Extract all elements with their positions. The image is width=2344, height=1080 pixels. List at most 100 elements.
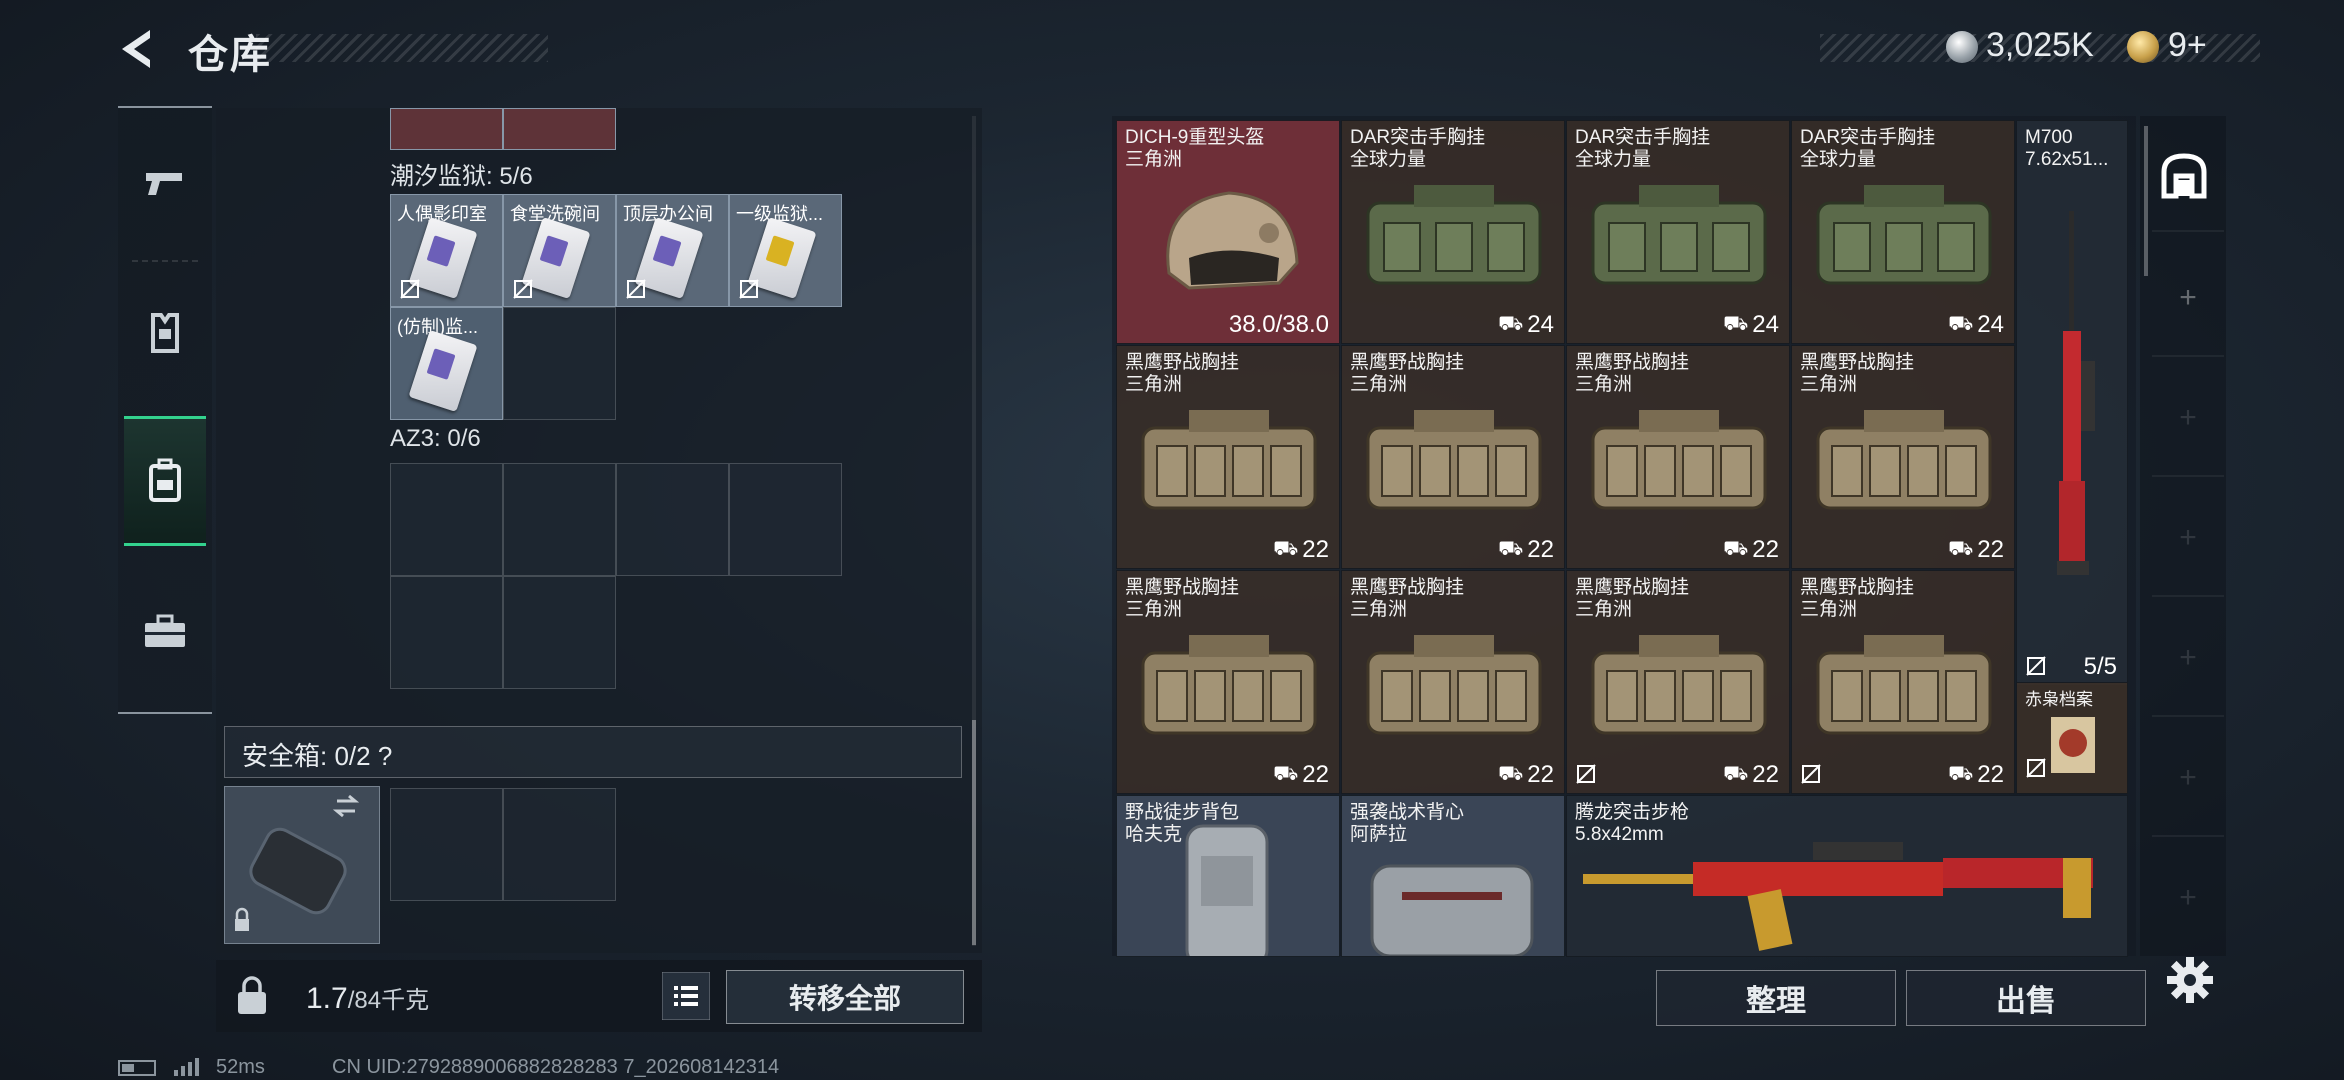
section-label-az3: AZ3: 0/6 (390, 425, 481, 452)
add-page-icon[interactable]: + (2160, 870, 2216, 926)
stash-item-rig[interactable]: DAR突击手胸挂 全球力量 ⛟ 24 (1566, 120, 1790, 344)
add-page-icon[interactable]: + (2160, 630, 2216, 686)
green-rig-icon (1591, 185, 1767, 285)
item-capacity: ⛟ 22 (1498, 761, 1554, 788)
tan-rig-icon (1141, 410, 1317, 510)
key-label: 顶层办公间 (623, 204, 713, 224)
key-slot[interactable]: 顶层办公间 (616, 194, 729, 307)
empty-slot[interactable] (390, 463, 503, 576)
key-label: 人偶影印室 (397, 204, 487, 224)
safe-box-item[interactable] (224, 786, 380, 944)
item-name: DAR突击手胸挂 (1800, 127, 1936, 148)
item-name: DICH-9重型头盔 (1125, 127, 1265, 148)
document-icon (2051, 717, 2095, 773)
stash-item-file[interactable]: 赤枭档案 (2016, 682, 2128, 794)
sort-button[interactable]: 整理 (1656, 970, 1896, 1026)
item-capacity: ⛟ 22 (1498, 536, 1554, 563)
stash-item-rig[interactable]: DAR突击手胸挂 全球力量 ⛟ 24 (1791, 120, 2015, 344)
add-page-icon[interactable]: + (2160, 510, 2216, 566)
item-name: 黑鹰野战胸挂 (1575, 352, 1690, 373)
key-slot[interactable]: 食堂洗碗间 (503, 194, 616, 307)
stash-item-sniper-rifle[interactable]: M700 7.62x51... 5/5 (2016, 120, 2128, 686)
stash-item-rig[interactable]: 黑鹰野战胸挂 三角洲 ⛟ 22 (1116, 345, 1340, 569)
keycard-icon (408, 329, 478, 413)
stash-home-icon[interactable] (2158, 150, 2210, 202)
rail-item-briefcase[interactable] (124, 566, 206, 696)
key-slot[interactable]: 人偶影印室 (390, 194, 503, 307)
item-count: 5/5 (2083, 653, 2117, 680)
item-caliber: 7.62x51... (2025, 149, 2109, 170)
backpack-item-icon (1185, 824, 1269, 956)
tan-rig-icon (1816, 635, 1992, 735)
user-uid: CN UID:2792889006882828283 7_20260814231… (332, 1056, 780, 1078)
transfer-all-button[interactable]: 转移全部 (726, 970, 964, 1024)
key-label: (仿制)监... (397, 317, 478, 337)
item-name: 黑鹰野战胸挂 (1800, 352, 1915, 373)
key-slot-partial[interactable] (503, 108, 616, 150)
rail-item-backpack[interactable] (124, 416, 206, 546)
stash-item-rig[interactable]: 黑鹰野战胸挂 三角洲 ⛟ 22 (1791, 345, 2015, 569)
item-name: 黑鹰野战胸挂 (1350, 352, 1465, 373)
safe-box-label[interactable]: 安全箱: 0/2 ? (242, 736, 392, 773)
empty-slot[interactable] (616, 463, 729, 576)
item-name: 强袭战术背心 (1350, 802, 1465, 823)
stash-item-rig[interactable]: 黑鹰野战胸挂 三角洲 ⛟ 22 (1791, 570, 2015, 794)
weight-value: 1.7 (306, 982, 348, 1015)
backpack-icon (149, 458, 181, 502)
currency-primary[interactable]: 3,025K (1986, 26, 2094, 65)
tan-rig-icon (1591, 410, 1767, 510)
carry-weight: 1.7/84千克 (306, 980, 429, 1016)
stash-item-rig[interactable]: 黑鹰野战胸挂 三角洲 ⛟ 22 (1566, 570, 1790, 794)
safe-empty-slot[interactable] (390, 788, 503, 901)
key-slot[interactable]: 一级监狱... (729, 194, 842, 307)
category-rail (118, 106, 212, 714)
empty-slot[interactable] (503, 576, 616, 689)
stash-scrollbar[interactable] (2144, 126, 2148, 276)
item-name: 黑鹰野战胸挂 (1350, 577, 1465, 598)
stash-item-rig[interactable]: DAR突击手胸挂 全球力量 ⛟ 24 (1341, 120, 1565, 344)
unbound-icon (2026, 758, 2046, 778)
unbound-icon (400, 279, 420, 299)
assault-rifle-icon (1583, 842, 2093, 951)
add-page-icon[interactable]: + (2160, 270, 2216, 326)
unbound-icon (2026, 656, 2046, 676)
rail-item-armor[interactable] (124, 268, 206, 398)
safe-case-icon (235, 794, 360, 931)
rail-item-weapons[interactable] (124, 118, 206, 248)
safe-empty-slot[interactable] (503, 788, 616, 901)
stash-item-helmet[interactable]: DICH-9重型头盔 三角洲 38.0/38.0 (1116, 120, 1340, 344)
stash-item-rig[interactable]: 黑鹰野战胸挂 三角洲 ⛟ 22 (1566, 345, 1790, 569)
sell-button[interactable]: 出售 (1906, 970, 2146, 1026)
weight-unit: /84千克 (347, 987, 430, 1014)
empty-slot[interactable] (503, 307, 616, 420)
empty-slot[interactable] (390, 576, 503, 689)
tan-rig-icon (1141, 635, 1317, 735)
item-capacity: ⛟ 22 (1723, 761, 1779, 788)
list-view-icon[interactable] (662, 972, 710, 1020)
stash-item-backpack[interactable]: 野战徒步背包 哈夫克 (1116, 795, 1340, 957)
stash-item-assault-rifle[interactable]: 腾龙突击步枪 5.8x42mm (1566, 795, 2128, 957)
add-page-icon[interactable]: + (2160, 390, 2216, 446)
item-name: 赤枭档案 (2025, 690, 2093, 709)
backpack-scroll-thumb[interactable] (972, 720, 976, 945)
tan-rig-icon (1366, 635, 1542, 735)
stash-item-rig[interactable]: 黑鹰野战胸挂 三角洲 ⛟ 22 (1341, 345, 1565, 569)
key-slot[interactable]: (仿制)监... (390, 307, 503, 420)
stash-item-rig[interactable]: 黑鹰野战胸挂 三角洲 ⛟ 22 (1341, 570, 1565, 794)
currency-secondary[interactable]: 9+ (2168, 26, 2207, 65)
item-name: DAR突击手胸挂 (1575, 127, 1711, 148)
add-page-icon[interactable]: + (2160, 750, 2216, 806)
stash-item-vest[interactable]: 强袭战术背心 阿萨拉 (1341, 795, 1565, 957)
item-name: M700 (2025, 127, 2073, 148)
back-arrow-icon[interactable] (112, 24, 162, 74)
item-capacity: ⛟ 22 (1948, 761, 2004, 788)
empty-slot[interactable] (503, 463, 616, 576)
key-slot-partial[interactable] (390, 108, 503, 150)
empty-slot[interactable] (729, 463, 842, 576)
key-label: 一级监狱... (736, 204, 824, 224)
stash-item-rig[interactable]: 黑鹰野战胸挂 三角洲 ⛟ 22 (1116, 570, 1340, 794)
settings-gear-icon[interactable] (2165, 955, 2215, 1005)
item-capacity: ⛟ 22 (1948, 536, 2004, 563)
pistol-icon (146, 173, 182, 195)
unbound-icon (1576, 764, 1596, 784)
